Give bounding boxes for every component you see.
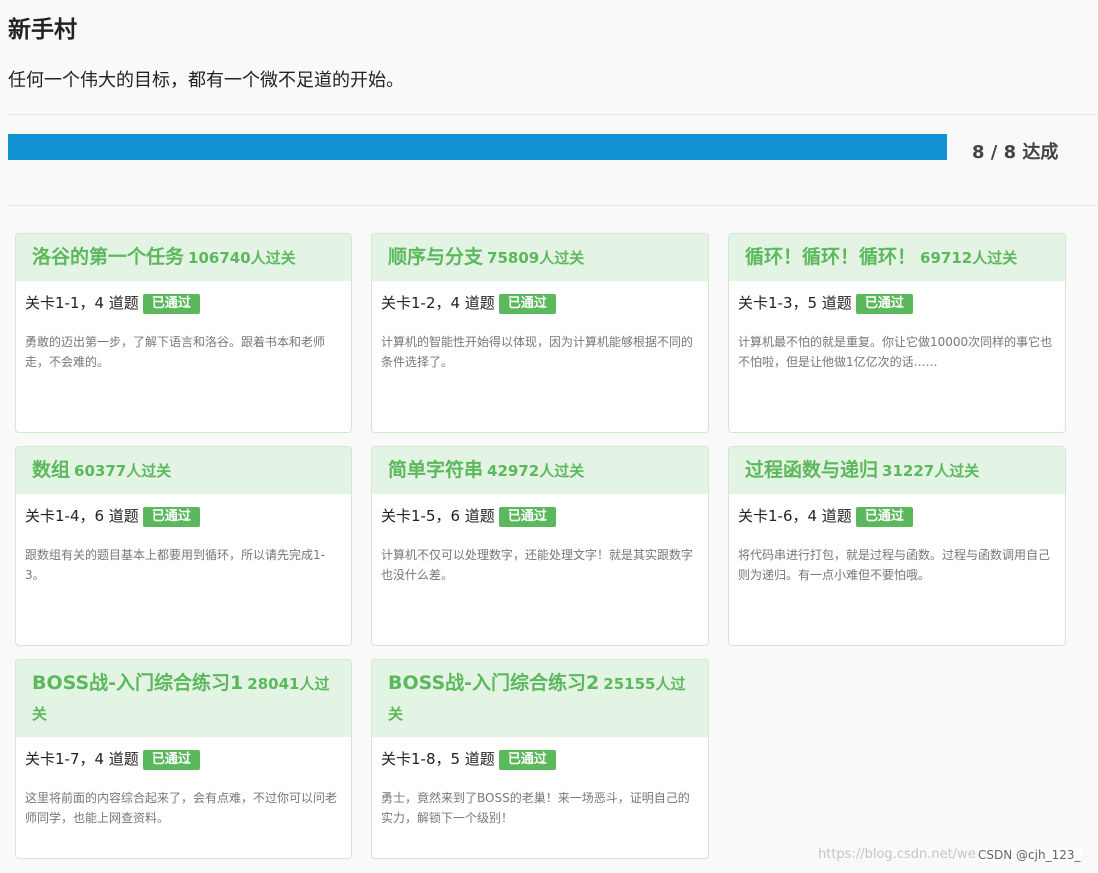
level-meta-row: 关卡1-4，6 道题 已通过	[16, 494, 351, 528]
level-card[interactable]: 简单字符串 42972人过关 关卡1-5，6 道题 已通过 计算机不仅可以处理数字，…	[371, 446, 709, 646]
level-name[interactable]: BOSS战-入门综合练习2	[388, 672, 599, 694]
level-count-suffix: 人过关	[539, 462, 585, 480]
level-card-header: 数组 60377人过关	[16, 447, 351, 494]
watermark-tag: CSDN @cjh_123_	[976, 848, 1083, 862]
level-name[interactable]: 洛谷的第一个任务	[32, 246, 184, 268]
level-meta: 关卡1-4，6 道题	[25, 507, 139, 525]
level-player-count: 25155	[603, 675, 656, 693]
level-count-suffix: 人过关	[250, 249, 296, 267]
progress-label: 8 / 8 达成	[972, 142, 1059, 163]
passed-badge: 已通过	[855, 294, 913, 314]
level-meta-row: 关卡1-5，6 道题 已通过	[372, 494, 708, 528]
level-description: 这里将前面的内容综合起来了，会有点难，不过你可以问老师同学，也能上网查资料。	[25, 791, 338, 825]
level-player-count: 31227	[882, 462, 935, 480]
level-count-suffix: 人过关	[972, 249, 1018, 267]
level-card[interactable]: 数组 60377人过关 关卡1-4，6 道题 已通过 跟数组有关的题目基本上都要用到…	[15, 446, 352, 646]
level-card[interactable]: BOSS战-入门综合练习1 28041人过关 关卡1-7，4 道题 已通过 这里将前…	[15, 659, 352, 859]
level-meta-row: 关卡1-3，5 道题 已通过	[729, 281, 1065, 315]
level-card-header: 顺序与分支 75809人过关	[372, 234, 708, 281]
level-description: 计算机不仅可以处理数字，还能处理文字！就是其实跟数字也没什么差。	[381, 548, 694, 582]
level-card[interactable]: 顺序与分支 75809人过关 关卡1-2，4 道题 已通过 计算机的智能性开始得以体…	[371, 233, 709, 433]
level-description: 跟数组有关的题目基本上都要用到循环，所以请先完成1-3。	[25, 548, 325, 582]
level-name[interactable]: 顺序与分支	[388, 246, 483, 268]
passed-badge: 已通过	[142, 750, 200, 770]
level-grid: 洛谷的第一个任务 106740人过关 关卡1-1，4 道题 已通过 勇敢的迈出第一步…	[15, 233, 1075, 859]
level-name[interactable]: BOSS战-入门综合练习1	[32, 672, 243, 694]
level-player-count: 106740	[188, 249, 251, 267]
level-meta: 关卡1-7，4 道题	[25, 750, 139, 768]
progress-divider	[8, 205, 1098, 206]
passed-badge: 已通过	[498, 507, 556, 527]
level-meta: 关卡1-5，6 道题	[381, 507, 495, 525]
level-description: 将代码串进行打包，就是过程与函数。过程与函数调用自己则为递归。有一点小难但不要怕…	[738, 548, 1051, 582]
level-card[interactable]: 循环！循环！循环！ 69712人过关 关卡1-3，5 道题 已通过 计算机最不怕的就…	[728, 233, 1066, 433]
level-meta: 关卡1-3，5 道题	[738, 294, 852, 312]
page-title: 新手村	[8, 17, 77, 43]
header-divider	[8, 114, 1098, 115]
level-description: 计算机的智能性开始得以体现，因为计算机能够根据不同的条件选择了。	[381, 335, 694, 369]
passed-badge: 已通过	[498, 294, 556, 314]
passed-badge: 已通过	[142, 507, 200, 527]
passed-badge: 已通过	[142, 294, 200, 314]
level-meta: 关卡1-8，5 道题	[381, 750, 495, 768]
level-card-header: BOSS战-入门综合练习2 25155人过关	[372, 660, 708, 737]
progress-bar	[8, 134, 947, 160]
level-card-header: 洛谷的第一个任务 106740人过关	[16, 234, 351, 281]
level-player-count: 42972	[487, 462, 540, 480]
level-player-count: 69712	[920, 249, 973, 267]
level-name[interactable]: 循环！循环！循环！	[745, 246, 916, 268]
level-player-count: 60377	[74, 462, 127, 480]
level-meta: 关卡1-2，4 道题	[381, 294, 495, 312]
level-count-suffix: 人过关	[934, 462, 980, 480]
level-card[interactable]: 洛谷的第一个任务 106740人过关 关卡1-1，4 道题 已通过 勇敢的迈出第一步…	[15, 233, 352, 433]
level-card[interactable]: BOSS战-入门综合练习2 25155人过关 关卡1-8，5 道题 已通过 勇士，竟…	[371, 659, 709, 859]
level-name[interactable]: 数组	[32, 459, 70, 481]
level-count-suffix: 人过关	[539, 249, 585, 267]
level-meta-row: 关卡1-6，4 道题 已通过	[729, 494, 1065, 528]
level-meta-row: 关卡1-2，4 道题 已通过	[372, 281, 708, 315]
level-card-header: 简单字符串 42972人过关	[372, 447, 708, 494]
level-count-suffix: 人过关	[126, 462, 172, 480]
level-description: 勇士，竟然来到了BOSS的老巢！来一场恶斗，证明自己的实力，解锁下一个级别！	[381, 791, 690, 825]
page-subtitle: 任何一个伟大的目标，都有一个微不足道的开始。	[8, 70, 404, 91]
level-card-header: 循环！循环！循环！ 69712人过关	[729, 234, 1065, 281]
passed-badge: 已通过	[498, 750, 556, 770]
level-meta-row: 关卡1-1，4 道题 已通过	[16, 281, 351, 315]
level-card-header: BOSS战-入门综合练习1 28041人过关	[16, 660, 351, 737]
progress-bar-fill	[8, 134, 947, 160]
level-description: 计算机最不怕的就是重复。你让它做10000次同样的事它也不怕啦，但是让他做1亿亿…	[738, 335, 1053, 369]
level-description: 勇敢的迈出第一步，了解下语言和洛谷。跟着书本和老师走，不会难的。	[25, 335, 326, 369]
level-meta: 关卡1-6，4 道题	[738, 507, 852, 525]
passed-badge: 已通过	[855, 507, 913, 527]
level-meta-row: 关卡1-7，4 道题 已通过	[16, 737, 351, 771]
level-name[interactable]: 简单字符串	[388, 459, 483, 481]
level-card-header: 过程函数与递归 31227人过关	[729, 447, 1065, 494]
level-meta: 关卡1-1，4 道题	[25, 294, 139, 312]
level-player-count: 75809	[487, 249, 540, 267]
level-name[interactable]: 过程函数与递归	[745, 459, 878, 481]
level-card[interactable]: 过程函数与递归 31227人过关 关卡1-6，4 道题 已通过 将代码串进行打包，就…	[728, 446, 1066, 646]
level-player-count: 28041	[247, 675, 300, 693]
level-meta-row: 关卡1-8，5 道题 已通过	[372, 737, 708, 771]
